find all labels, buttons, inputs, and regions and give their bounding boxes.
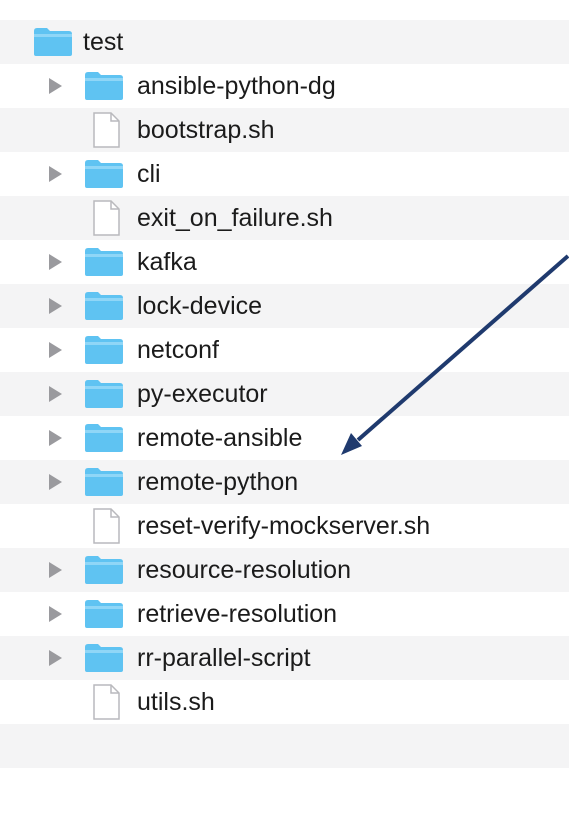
disclosure-triangle-icon[interactable]: [49, 78, 62, 94]
folder-label: remote-python: [137, 468, 299, 496]
disclosure-triangle-icon[interactable]: [49, 254, 62, 270]
folder-label: retrieve-resolution: [137, 600, 338, 628]
tree-row[interactable]: py-executor: [0, 372, 569, 416]
tree-row[interactable]: ansible-python-dg: [0, 64, 569, 108]
tree-row[interactable]: remote-ansible: [0, 416, 569, 460]
document-icon: [93, 684, 120, 720]
folder-label: netconf: [137, 336, 220, 364]
folder-icon: [85, 644, 123, 672]
root-folder-label: test: [83, 28, 124, 56]
file-tree: test ansible-python-dg bootstrap.sh cli exi…: [0, 0, 569, 839]
folder-label: remote-ansible: [137, 424, 303, 452]
disclosure-triangle-icon[interactable]: [49, 166, 62, 182]
tree-row[interactable]: cli: [0, 152, 569, 196]
folder-icon: [85, 292, 123, 320]
disclosure-triangle-icon[interactable]: [49, 650, 62, 666]
document-icon: [93, 508, 120, 544]
tree-row[interactable]: netconf: [0, 328, 569, 372]
document-icon: [93, 200, 120, 236]
file-label: exit_on_failure.sh: [137, 204, 333, 232]
folder-icon: [85, 248, 123, 276]
folder-icon: [85, 160, 123, 188]
folder-label: py-executor: [137, 380, 268, 408]
tree-row[interactable]: remote-python: [0, 460, 569, 504]
disclosure-triangle-icon[interactable]: [49, 606, 62, 622]
tree-row[interactable]: bootstrap.sh: [0, 108, 569, 152]
folder-icon: [85, 600, 123, 628]
tree-row-root[interactable]: test: [0, 20, 569, 64]
folder-icon: [85, 380, 123, 408]
folder-icon: [85, 556, 123, 584]
folder-label: kafka: [137, 248, 197, 276]
top-strip: [0, 0, 569, 20]
tree-row[interactable]: resource-resolution: [0, 548, 569, 592]
tree-filler-row: [0, 724, 569, 768]
folder-icon: [85, 72, 123, 100]
tree-row[interactable]: lock-device: [0, 284, 569, 328]
file-label: bootstrap.sh: [137, 116, 275, 144]
tree-row[interactable]: rr-parallel-script: [0, 636, 569, 680]
tree-row[interactable]: kafka: [0, 240, 569, 284]
file-label: reset-verify-mockserver.sh: [137, 512, 431, 540]
disclosure-triangle-icon[interactable]: [49, 562, 62, 578]
folder-label: cli: [137, 160, 161, 188]
tree-row[interactable]: reset-verify-mockserver.sh: [0, 504, 569, 548]
file-label: utils.sh: [137, 688, 215, 716]
folder-icon: [85, 336, 123, 364]
folder-label: lock-device: [137, 292, 263, 320]
tree-row[interactable]: utils.sh: [0, 680, 569, 724]
folder-icon: [85, 424, 123, 452]
folder-icon: [34, 28, 72, 56]
disclosure-triangle-icon[interactable]: [49, 342, 62, 358]
disclosure-triangle-icon[interactable]: [49, 474, 62, 490]
disclosure-triangle-icon[interactable]: [49, 430, 62, 446]
folder-label: ansible-python-dg: [137, 72, 336, 100]
disclosure-triangle-icon[interactable]: [49, 386, 62, 402]
tree-row[interactable]: exit_on_failure.sh: [0, 196, 569, 240]
folder-label: resource-resolution: [137, 556, 351, 584]
tree-row[interactable]: retrieve-resolution: [0, 592, 569, 636]
folder-icon: [85, 468, 123, 496]
document-icon: [93, 112, 120, 148]
disclosure-triangle-icon[interactable]: [49, 298, 62, 314]
folder-label: rr-parallel-script: [137, 644, 311, 672]
